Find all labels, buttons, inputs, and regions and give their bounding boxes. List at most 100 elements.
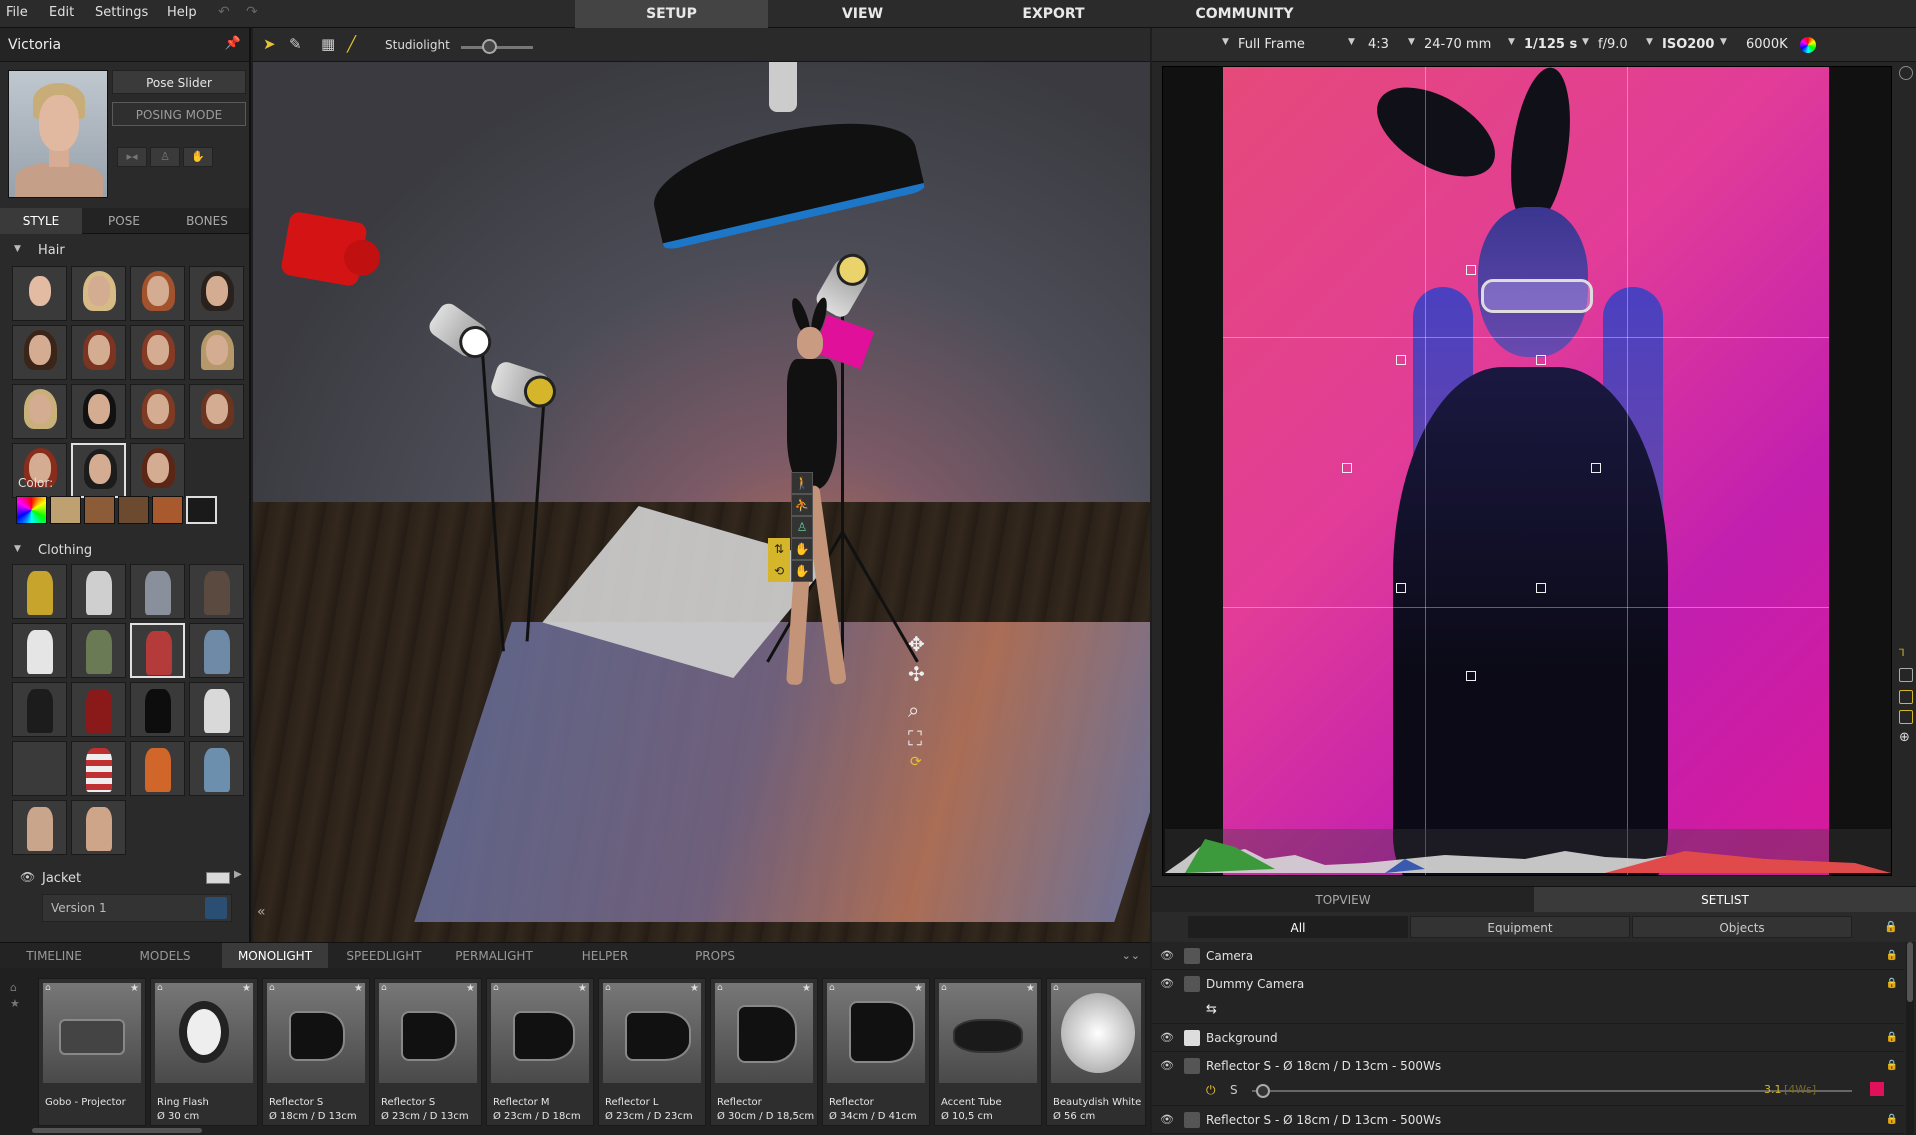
hair-option[interactable] — [12, 325, 67, 380]
visibility-eye-icon[interactable]: 👁 — [1160, 1031, 1174, 1044]
library-item[interactable]: ⌂ ★ Reflector S Ø 18cm / D 13cm — [262, 978, 370, 1126]
setlist-row-reflector[interactable]: 👁 Reflector S - Ø 18cm / D 13cm - 500Ws … — [1152, 1052, 1904, 1106]
clothing-option[interactable] — [130, 564, 185, 619]
light-color-swatch[interactable] — [1870, 1082, 1884, 1096]
collapse-panel-icon[interactable]: « — [257, 904, 266, 920]
tab-export[interactable]: EXPORT — [957, 0, 1150, 28]
menu-edit[interactable]: Edit — [49, 5, 74, 20]
undo-icon[interactable]: ↶ — [218, 4, 230, 20]
lens-select[interactable]: 24-70 mm — [1424, 37, 1491, 52]
library-scrollbar[interactable] — [32, 1128, 202, 1133]
lock-icon[interactable]: 🔒 — [1886, 1114, 1898, 1125]
swap-camera-icon[interactable]: ⇆ — [1206, 1002, 1217, 1017]
frame-all-icon[interactable]: ⛶ — [908, 726, 922, 750]
star-icon[interactable]: ★ — [914, 983, 923, 994]
filter-equipment-button[interactable]: Equipment — [1410, 916, 1630, 938]
home-icon[interactable]: ⌂ — [493, 983, 499, 993]
tab-view[interactable]: VIEW — [766, 0, 959, 28]
camera-preview[interactable] — [1162, 66, 1892, 876]
library-item[interactable]: ⌂ ★ Gobo - Projector — [38, 978, 146, 1126]
library-item[interactable]: ⌂ ★ Reflector Ø 34cm / D 41cm — [822, 978, 930, 1126]
hair-option-selected[interactable] — [71, 443, 126, 498]
hair-color-swatch[interactable] — [50, 496, 81, 524]
clothing-color-swatch[interactable] — [206, 872, 230, 884]
sensor-format-select[interactable]: Full Frame — [1238, 37, 1305, 52]
tab-monolight[interactable]: MONOLIGHT — [222, 943, 328, 969]
home-icon[interactable]: ⌂ — [269, 983, 275, 993]
hair-option[interactable] — [189, 325, 244, 380]
tab-timeline[interactable]: TIMELINE — [10, 943, 98, 969]
library-item[interactable]: ⌂ ★ Reflector M Ø 23cm / D 18cm — [486, 978, 594, 1126]
tab-speedlight[interactable]: SPEEDLIGHT — [334, 943, 434, 969]
hair-option[interactable] — [130, 443, 185, 498]
star-icon[interactable]: ★ — [690, 983, 699, 994]
walk-pose-icon[interactable]: 🚶 — [791, 472, 813, 494]
tab-community[interactable]: COMMUNITY — [1148, 0, 1341, 28]
hand-pose-icon[interactable]: ✋ — [183, 147, 213, 167]
hand-icon[interactable]: ✋ — [791, 538, 813, 560]
tab-bones[interactable]: BONES — [166, 208, 248, 234]
setlist-row-dummy-camera[interactable]: 👁 Dummy Camera 🔒 ⇆ — [1152, 970, 1904, 1024]
clothing-option[interactable] — [12, 623, 67, 678]
tab-setup[interactable]: SETUP — [575, 0, 768, 28]
hair-option[interactable] — [71, 384, 126, 439]
home-icon[interactable]: ⌂ — [941, 983, 947, 993]
posing-mode-button[interactable]: POSING MODE — [112, 102, 246, 126]
clothing-version-icon[interactable] — [205, 897, 227, 919]
tab-style[interactable]: STYLE — [0, 208, 82, 234]
home-icon[interactable]: ⌂ — [829, 983, 835, 993]
guide-overlay-icon[interactable]: ⅂ — [1899, 648, 1905, 659]
clothing-option[interactable] — [130, 741, 185, 796]
star-icon[interactable]: ★ — [802, 983, 811, 994]
dropdown-caret-icon[interactable]: ▼ — [1222, 37, 1229, 47]
selection-handle[interactable] — [1536, 583, 1546, 593]
clothing-option[interactable] — [189, 682, 244, 737]
clothing-option[interactable] — [189, 741, 244, 796]
visibility-eye-icon[interactable]: 👁 — [1160, 1059, 1174, 1072]
move-vertical-icon[interactable]: ⇅ — [768, 538, 790, 560]
star-icon[interactable]: ★ — [130, 983, 139, 994]
home-icon[interactable]: ⌂ — [45, 983, 51, 993]
selection-handle[interactable] — [1396, 583, 1406, 593]
tab-permalight[interactable]: PERMALIGHT — [440, 943, 548, 969]
clothing-option-selected[interactable] — [130, 623, 185, 678]
star-icon[interactable]: ★ — [10, 996, 24, 1012]
clothing-option[interactable] — [130, 682, 185, 737]
library-item[interactable]: ⌂ ★ Reflector S Ø 23cm / D 13cm — [374, 978, 482, 1126]
model-figure[interactable] — [773, 296, 853, 717]
zoom-icon[interactable]: ⌕ — [908, 698, 919, 722]
tab-pose[interactable]: POSE — [83, 208, 165, 234]
home-icon[interactable]: ⌂ — [605, 983, 611, 993]
tab-models[interactable]: MODELS — [118, 943, 212, 969]
lock-icon[interactable]: 🔒 — [1884, 920, 1898, 933]
clothing-option[interactable] — [12, 800, 67, 855]
studio-scene[interactable]: 🚶 ⛹ ♙ ⇅ ✋ ⟲ ✋ ✥ ✣ ⌕ ⛶ ⟳ « — [253, 62, 1150, 942]
expand-arrow-icon[interactable]: ▶ — [234, 869, 242, 880]
power-slider-track[interactable] — [1252, 1090, 1852, 1092]
clothing-option[interactable] — [71, 564, 126, 619]
clothing-option[interactable] — [12, 564, 67, 619]
tab-setlist[interactable]: SETLIST — [1534, 887, 1916, 913]
selection-handle[interactable] — [1536, 355, 1546, 365]
library-item[interactable]: ⌂ ★ Ring Flash Ø 30 cm — [150, 978, 258, 1126]
selection-handle[interactable] — [1591, 463, 1601, 473]
library-item[interactable]: ⌂ ★ Reflector Ø 30cm / D 18,5cm — [710, 978, 818, 1126]
home-icon[interactable]: ⌂ — [10, 980, 24, 996]
visibility-eye-icon[interactable]: 👁 — [20, 870, 35, 884]
hair-color-swatch[interactable] — [152, 496, 183, 524]
tab-props[interactable]: PROPS — [670, 943, 760, 969]
hair-option[interactable] — [130, 384, 185, 439]
figure-pose-icon[interactable]: ♙ — [791, 516, 813, 538]
visibility-eye-icon[interactable]: 👁 — [1160, 949, 1174, 962]
version-select[interactable]: Version 1 — [42, 894, 232, 922]
star-icon[interactable]: ★ — [242, 983, 251, 994]
pin-icon[interactable]: 📌 — [225, 36, 241, 51]
camera-object[interactable] — [280, 210, 368, 288]
clothing-option[interactable] — [12, 682, 67, 737]
grid-icon[interactable]: ▦ — [321, 35, 335, 53]
star-icon[interactable]: ★ — [1026, 983, 1035, 994]
color-picker-swatch[interactable] — [16, 496, 47, 524]
home-icon[interactable]: ⌂ — [157, 983, 163, 993]
focus-point-icon[interactable]: ⊕ — [1899, 730, 1910, 745]
lock-icon[interactable]: 🔒 — [1886, 1032, 1898, 1043]
